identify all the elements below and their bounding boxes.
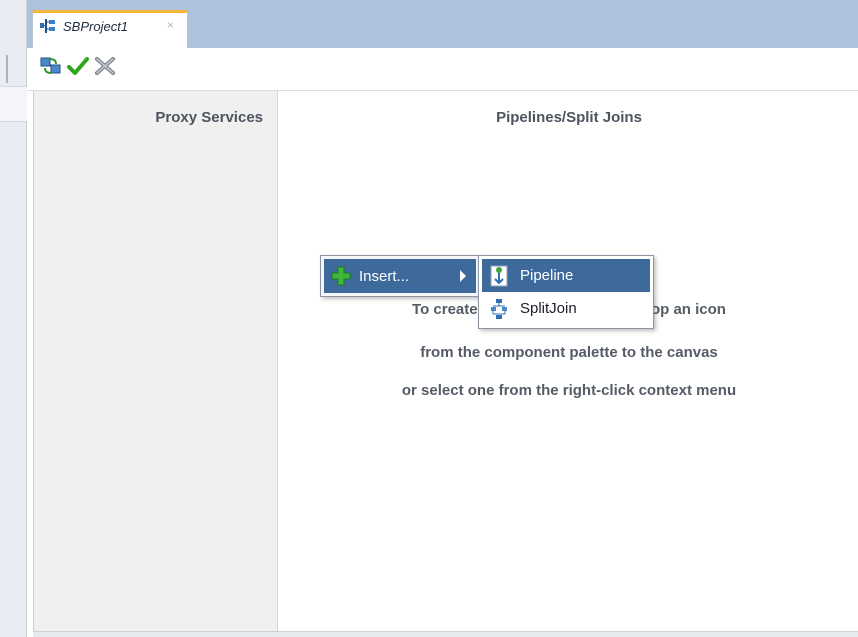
submenu-item-pipeline-label: Pipeline xyxy=(520,267,574,284)
project-overview-icon xyxy=(39,18,57,34)
menu-item-insert-label: Insert... xyxy=(359,267,410,285)
left-strip-grip xyxy=(6,55,8,83)
pipelines-column[interactable]: Pipelines/Split Joins To create re drop a… xyxy=(279,91,858,631)
pipelines-title: Pipelines/Split Joins xyxy=(496,109,642,126)
cancel-x-icon xyxy=(94,56,116,81)
proxy-services-title: Proxy Services xyxy=(155,109,263,126)
editor-tab-sbproject1[interactable]: SBProject1 × xyxy=(32,10,188,48)
left-frame-strip xyxy=(0,0,27,637)
submenu-item-pipeline[interactable]: Pipeline xyxy=(482,259,650,292)
canvas-hint-line-3: or select one from the right-click conte… xyxy=(401,382,737,399)
canvas-hint-line-2: from the component palette to the canvas xyxy=(420,344,718,361)
splitjoin-icon xyxy=(488,298,510,320)
overview-toolbar xyxy=(27,48,858,91)
horizontal-scrollbar[interactable] xyxy=(33,631,858,637)
refresh-icon xyxy=(40,56,62,81)
left-strip-panel xyxy=(0,86,27,122)
pipeline-icon xyxy=(488,265,510,287)
submenu-item-splitjoin-label: SplitJoin xyxy=(520,300,577,317)
refresh-button[interactable] xyxy=(39,56,63,80)
tab-title: SBProject1 xyxy=(63,19,129,34)
context-menu: Insert... xyxy=(320,255,480,297)
editor-tab-bar: SBProject1 × xyxy=(27,0,858,48)
tab-close-icon[interactable]: × xyxy=(167,18,174,32)
validate-check-icon xyxy=(67,56,89,81)
cancel-button[interactable] xyxy=(93,56,117,80)
menu-item-insert[interactable]: Insert... xyxy=(324,259,476,293)
submenu-item-splitjoin[interactable]: SplitJoin xyxy=(482,292,650,325)
overview-canvas[interactable]: Proxy Services Pipelines/Split Joins To … xyxy=(33,91,858,631)
proxy-services-column[interactable]: Proxy Services xyxy=(34,91,278,631)
validate-button[interactable] xyxy=(66,56,90,80)
insert-submenu: Pipeline SplitJoin xyxy=(478,255,654,329)
submenu-arrow-icon xyxy=(460,270,466,282)
plus-icon xyxy=(330,265,352,287)
